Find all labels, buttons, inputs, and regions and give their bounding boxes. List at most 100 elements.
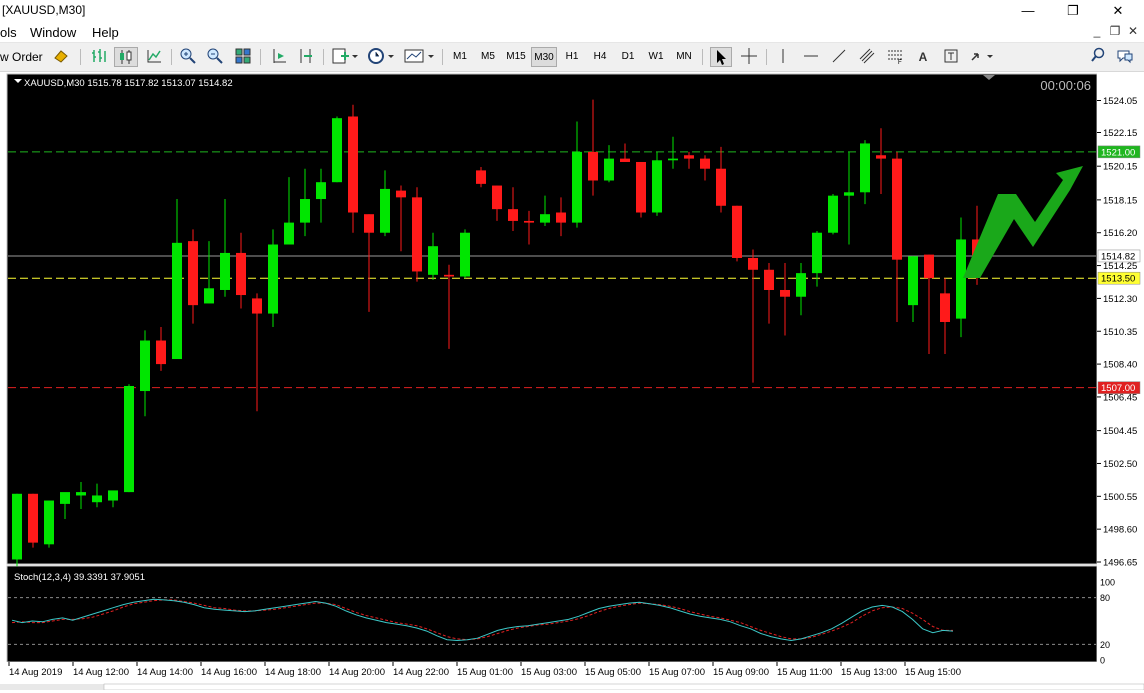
toolbar-separator: [442, 49, 443, 65]
stochastic-area: [6, 565, 1098, 663]
child-restore-button[interactable]: ❐: [1106, 24, 1124, 38]
time-label: 15 Aug 15:00: [905, 667, 961, 678]
price-chart[interactable]: XAUUSD,M30 1515.78 1517.82 1513.07 1514.…: [0, 72, 1144, 691]
price-tag: 1521.00: [1097, 145, 1141, 158]
text-icon[interactable]: A: [912, 47, 934, 67]
arrows-icon[interactable]: [968, 47, 996, 67]
timeframe-h4[interactable]: H4: [587, 47, 613, 67]
time-label: 14 Aug 16:00: [201, 667, 257, 678]
bear-candle: [732, 205, 742, 262]
bull-candle: [124, 384, 134, 493]
cursor-icon[interactable]: [710, 47, 732, 67]
candlestick-icon[interactable]: [114, 47, 138, 67]
price-label: 1496.65: [1103, 558, 1137, 569]
time-label: 14 Aug 18:00: [265, 667, 321, 678]
time-label: 15 Aug 03:00: [521, 667, 577, 678]
price-label: 1520.15: [1103, 162, 1137, 173]
timeframe-m30[interactable]: M30: [531, 47, 557, 67]
search-icon[interactable]: [1088, 47, 1108, 67]
price-label: 1502.50: [1103, 459, 1137, 470]
price-label: 1512.30: [1103, 294, 1137, 305]
price-tag-label: 1507.00: [1101, 383, 1135, 394]
bull-candle: [652, 151, 662, 216]
close-button[interactable]: ✕: [1098, 0, 1138, 22]
toolbar: w Order M1 M5 M15 M30 H1 H4 D1 W1 MN F A: [0, 43, 1144, 72]
timeframe-m5[interactable]: M5: [475, 47, 501, 67]
price-tag: 1513.50: [1097, 271, 1141, 285]
child-close-button[interactable]: ✕: [1124, 24, 1142, 38]
horizontal-line-icon[interactable]: [800, 47, 822, 67]
timeframe-w1[interactable]: W1: [643, 47, 669, 67]
crosshair-icon[interactable]: [738, 47, 760, 67]
time-label: 14 Aug 20:00: [329, 667, 385, 678]
toolbar-separator: [260, 49, 261, 65]
svg-text:F: F: [898, 60, 902, 65]
window-title: [XAUUSD,M30]: [2, 3, 86, 17]
timeframe-m15[interactable]: M15: [503, 47, 529, 67]
price-label: 1504.45: [1103, 426, 1137, 437]
stoch-scale-label: 20: [1100, 640, 1110, 650]
chat-icon[interactable]: [1114, 47, 1136, 67]
bear-candle: [636, 161, 646, 218]
restore-button[interactable]: ❐: [1053, 0, 1093, 22]
price-tag: 1514.82: [1097, 249, 1141, 262]
price-tag-label: 1521.00: [1101, 147, 1135, 158]
title-bar: [XAUUSD,M30] — ❐ ✕: [0, 0, 1144, 22]
time-label: 14 Aug 14:00: [137, 667, 193, 678]
toolbar-separator: [702, 49, 703, 65]
price-tag: 1507.00: [1097, 381, 1141, 394]
timeframe-h1[interactable]: H1: [559, 47, 585, 67]
bar-countdown: 00:00:06: [1040, 78, 1091, 93]
toolbar-separator: [171, 49, 172, 65]
bull-candle: [332, 116, 342, 183]
equidistant-channel-icon[interactable]: [856, 47, 878, 67]
toolbar-separator: [80, 49, 81, 65]
menu-bar: ols Window Help _ ❐ ✕: [0, 22, 1144, 43]
chart-shift-icon[interactable]: [295, 47, 317, 67]
indicators-icon[interactable]: [330, 47, 360, 67]
price-label: 1498.60: [1103, 525, 1137, 536]
zoom-out-icon[interactable]: [204, 47, 226, 67]
price-tag-label: 1513.50: [1101, 274, 1135, 285]
timeframe-m1[interactable]: M1: [447, 47, 473, 67]
stoch-scale-label: 0: [1100, 656, 1105, 666]
bar-chart-icon[interactable]: [88, 47, 110, 67]
price-label: 1522.15: [1103, 128, 1137, 139]
new-order-icon[interactable]: [50, 47, 72, 67]
zoom-in-icon[interactable]: [177, 47, 199, 67]
stoch-scale-label: 80: [1100, 593, 1110, 603]
chart-window: XAUUSD,M30 1515.78 1517.82 1513.07 1514.…: [0, 72, 1144, 691]
tile-windows-icon[interactable]: [232, 47, 254, 67]
timeframe-d1[interactable]: D1: [615, 47, 641, 67]
time-label: 15 Aug 09:00: [713, 667, 769, 678]
new-order-button[interactable]: w Order: [0, 47, 44, 67]
periods-clock-icon[interactable]: [366, 47, 396, 67]
scrollbar-thumb: [103, 683, 1144, 691]
price-label: 1524.05: [1103, 96, 1137, 107]
time-label: 15 Aug 01:00: [457, 667, 513, 678]
price-label: 1508.40: [1103, 360, 1137, 371]
fibonacci-icon[interactable]: F: [884, 47, 906, 67]
vertical-line-icon[interactable]: [772, 47, 794, 67]
text-label-icon[interactable]: [940, 47, 962, 67]
auto-scroll-icon[interactable]: [268, 47, 290, 67]
time-label: 15 Aug 13:00: [841, 667, 897, 678]
chart-header: XAUUSD,M30 1515.78 1517.82 1513.07 1514.…: [24, 78, 233, 89]
bear-candle: [28, 493, 38, 548]
bull-candle: [460, 229, 470, 279]
menu-window[interactable]: Window: [30, 25, 76, 40]
toolbar-separator: [323, 49, 324, 65]
minimize-button[interactable]: —: [1008, 0, 1048, 22]
price-label: 1514.25: [1103, 261, 1137, 272]
stochastic-header: Stoch(12,3,4) 39.3391 37.9051: [14, 572, 145, 583]
menu-tools[interactable]: ols: [0, 25, 17, 40]
child-minimize-button[interactable]: _: [1088, 24, 1106, 38]
menu-help[interactable]: Help: [92, 25, 119, 40]
trendline-icon[interactable]: [828, 47, 850, 67]
line-chart-icon[interactable]: [143, 47, 165, 67]
templates-icon[interactable]: [402, 47, 436, 67]
time-label: 14 Aug 12:00: [73, 667, 129, 678]
time-label: 15 Aug 11:00: [777, 667, 832, 678]
timeframe-mn[interactable]: MN: [671, 47, 697, 67]
price-label: 1518.15: [1103, 195, 1137, 206]
